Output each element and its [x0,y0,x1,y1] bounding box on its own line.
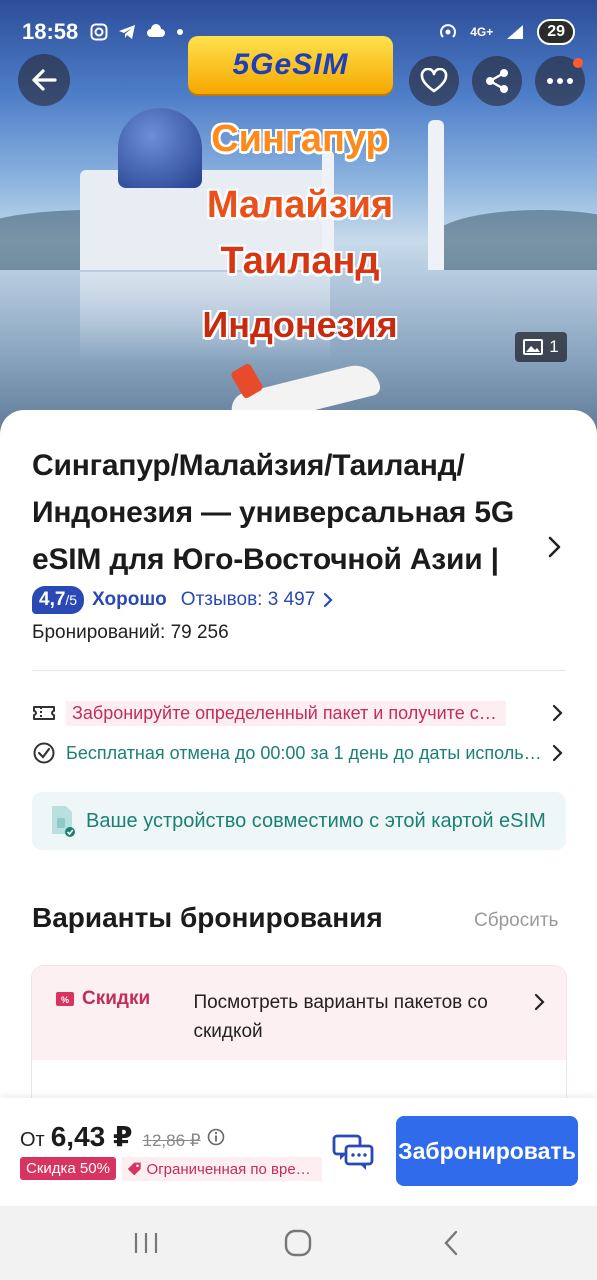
current-price: 6,43 ₽ [50,1121,133,1152]
system-nav-bar [0,1206,597,1280]
clock: 18:58 [22,19,79,44]
status-bar: 18:58 4G+ 29 [0,0,597,54]
rating-max: /5 [65,592,78,608]
rating-value: 4,7 [39,589,66,610]
price-line: От 6,43 ₽ 12,86 ₽ [20,1120,225,1153]
chat-icon[interactable] [330,1132,376,1172]
limited-offer-text: Ограниченная по времени [146,1160,316,1178]
dome-shape [118,108,202,188]
book-button[interactable]: Забронировать [396,1116,578,1186]
home-icon [285,1229,312,1257]
chevron-right-icon [552,704,563,722]
share-button[interactable] [472,56,522,106]
bottom-booking-bar: От 6,43 ₽ 12,86 ₽ Скидка 50% Ограниченна… [0,1098,597,1206]
more-button[interactable] [535,56,585,106]
cloud-icon [147,24,166,37]
heart-icon [420,68,448,93]
mountain-shape [430,210,597,270]
battery-indicator: 29 [537,19,575,45]
system-back-button[interactable] [421,1223,481,1263]
chevron-right-icon[interactable] [542,532,566,562]
compat-text: Ваше устройство совместимо с этой картой… [86,809,546,832]
ticket-icon [33,706,55,720]
rating-word: Хорошо [92,589,167,610]
promo-discount-text: Забронируйте определенный пакет и получи… [66,700,506,726]
chevron-left-icon [444,1230,458,1256]
network-type: 4G+ [470,25,494,39]
hero-line-4: Индонезия [202,304,398,345]
sim-check-icon [52,806,75,837]
image-count: 1 [549,337,559,356]
divider [32,670,566,671]
discount-card[interactable]: % Скидки Посмотреть варианты пакетов со … [32,966,566,1116]
signal-icon [507,25,524,39]
product-title[interactable]: Сингапур/Малайзия/Таиланд/Индонезия — ун… [32,442,527,583]
promo-discount-row[interactable]: Забронируйте определенный пакет и получи… [32,698,566,728]
instagram-icon [90,23,108,41]
limited-offer-badge: Ограниченная по времени [122,1157,322,1181]
discount-desc: Посмотреть варианты пакетов со скидкой [193,992,488,1042]
chevron-right-icon [324,592,333,608]
image-icon [523,339,544,355]
rating-row[interactable]: 4,7/5 Хорошо Отзывов: 3 497 [32,586,335,614]
tag-icon [127,1162,141,1176]
svg-text:%: % [61,995,69,1005]
arrow-left-icon [32,69,57,91]
image-count-badge[interactable]: 1 [515,332,567,362]
telegram-icon [119,25,136,39]
booking-options-title: Варианты бронирования [32,902,383,933]
old-price: 12,86 ₽ [142,1131,201,1150]
free-cancel-row[interactable]: Бесплатная отмена до 00:00 за 1 день до … [32,738,566,768]
reviews-link[interactable]: Отзывов: 3 497 [181,589,316,611]
discount-label-text: Скидки [82,988,151,1009]
hero-line-1: Сингапур [211,118,389,160]
discount-tag-icon: % [56,992,74,1006]
hero-line-3: Таиланд [220,240,380,282]
more-dots-icon [547,78,573,84]
rating-badge: 4,7/5 [32,586,85,614]
info-icon[interactable] [207,1128,225,1146]
notification-icons [90,23,184,41]
share-icon [486,69,508,93]
device-compat-banner: Ваше устройство совместимо с этой картой… [32,792,566,850]
notification-dot [573,58,583,68]
discount-label: % Скидки [54,988,193,1060]
hero-line-2: Малайзия [206,184,394,226]
discount-badge: Скидка 50% [20,1157,116,1180]
price-from-label: От [20,1129,45,1151]
recent-apps-button[interactable] [116,1223,176,1263]
minaret-shape [428,120,444,270]
dot-icon [177,29,184,35]
check-circle-icon [33,742,55,764]
chevron-right-icon [552,744,563,762]
back-button[interactable] [18,54,70,106]
free-cancel-text: Бесплатная отмена до 00:00 за 1 день до … [66,742,546,763]
chevron-right-icon [534,993,545,1011]
hotspot-icon [440,24,457,38]
favorite-button[interactable] [409,56,459,106]
reset-button[interactable]: Сбросить [474,910,558,932]
home-button[interactable] [268,1223,328,1263]
recents-icon [135,1233,158,1253]
bookings-count: Бронирований: 79 256 [32,622,229,643]
